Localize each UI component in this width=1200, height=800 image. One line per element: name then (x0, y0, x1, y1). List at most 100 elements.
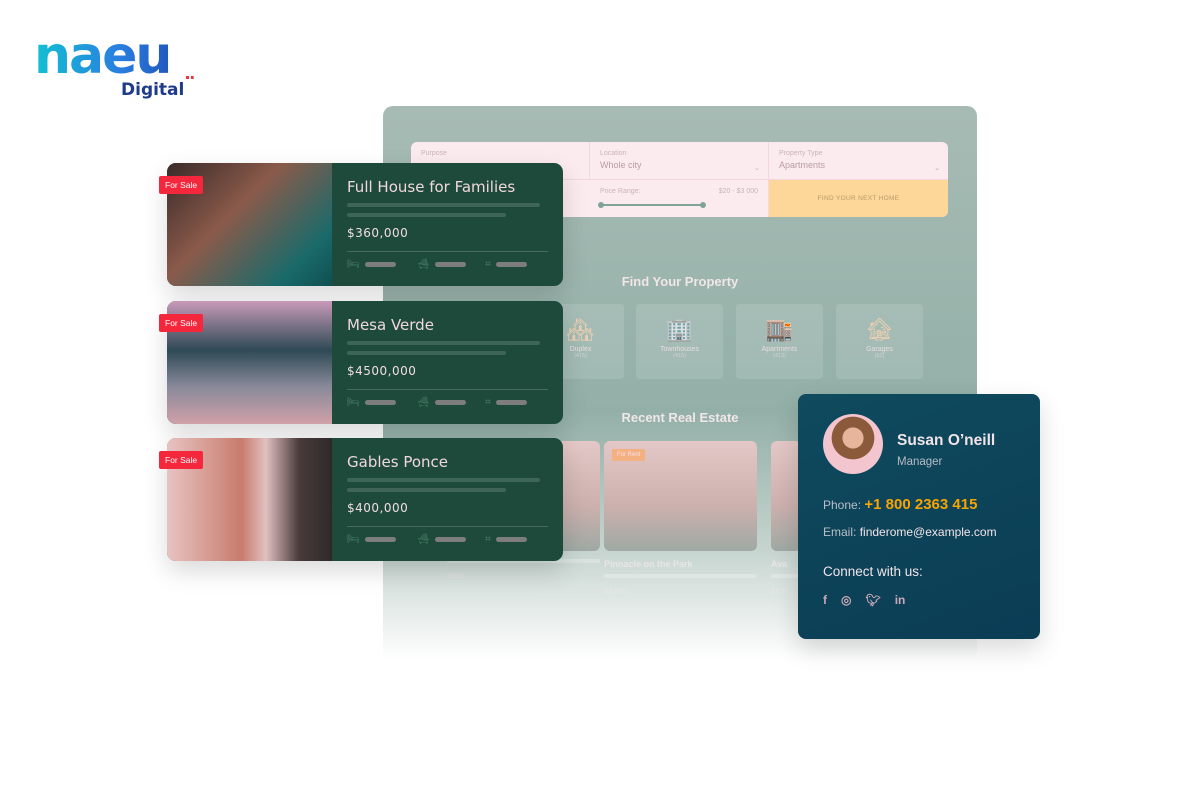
feature-bath: 🛁︎ (417, 397, 466, 408)
placeholder-pill (434, 537, 466, 542)
listing-card[interactable]: For Sale Gables Ponce $400,000 🛏︎ 🛁︎ ⌗ (159, 438, 563, 561)
property-price: $1,200 (604, 586, 627, 595)
property-title: Pinnacle on the Park (604, 559, 693, 569)
email-address[interactable]: finderome@example.com (860, 525, 997, 539)
contact-name: Susan O’neill (897, 432, 996, 449)
listing-name: Full House for Families (347, 178, 516, 196)
listing-name: Gables Ponce (347, 453, 448, 471)
feature-area: ⌗ (485, 259, 527, 270)
divider (347, 389, 548, 390)
divider (347, 526, 548, 527)
phone-number[interactable]: +1 800 2363 415 (864, 496, 977, 513)
for-rent-badge: For Rent (612, 449, 646, 461)
bed-icon: 🛏︎ (347, 534, 360, 545)
property-price: $1,5 (771, 586, 786, 595)
chevron-down-icon: ⌄ (934, 165, 940, 172)
category-name: Townhouses (660, 346, 699, 353)
area-icon: ⌗ (485, 259, 491, 270)
placeholder-line (347, 488, 506, 492)
area-icon: ⌗ (485, 534, 491, 545)
contact-role: Manager (897, 456, 943, 468)
category-townhouses[interactable]: 🏢 Townhouses (415) (636, 304, 723, 379)
location-value: Whole city (600, 160, 642, 170)
feature-bed: 🛏︎ (347, 534, 396, 545)
for-sale-badge: For Sale (159, 451, 204, 469)
location-select[interactable]: Location Whole city ⌄ (590, 142, 769, 180)
feature-bed: 🛏︎ (347, 259, 396, 270)
placeholder-pill (434, 400, 466, 405)
listing-price: $360,000 (347, 226, 409, 240)
email-label: Email: (823, 525, 857, 539)
placeholder-pill (495, 262, 527, 267)
placeholder-line (347, 351, 506, 355)
find-home-button[interactable]: FIND YOUR NEXT HOME (769, 180, 948, 217)
property-type-select[interactable]: Property Type Apartments ⌄ (769, 142, 948, 180)
bed-icon: 🛏︎ (347, 259, 360, 270)
feature-bed: 🛏︎ (347, 397, 396, 408)
listing-card[interactable]: For Sale Mesa Verde $4500,000 🛏︎ 🛁︎ ⌗ (159, 301, 563, 424)
listing-card[interactable]: For Sale Full House for Families $360,000 🛏… (159, 163, 563, 286)
placeholder-pill (434, 262, 466, 267)
phone-label: Phone: (823, 498, 862, 512)
feature-area: ⌗ (485, 534, 527, 545)
placeholder-line (347, 478, 540, 482)
connect-label: Connect with us: (823, 564, 923, 579)
naeu-digital-logo: naeu Digital (34, 30, 204, 104)
bath-icon: 🛁︎ (417, 259, 430, 270)
placeholder-pill (364, 400, 396, 405)
placeholder-pill (364, 537, 396, 542)
contact-card: Susan O’neill Manager Phone: +1 800 2363… (798, 394, 1040, 639)
price-value: $20 - $3 000 (718, 188, 758, 195)
feature-bath: 🛁︎ (417, 534, 466, 545)
placeholder-line (347, 341, 540, 345)
location-label: Location (600, 150, 627, 157)
bath-icon: 🛁︎ (417, 534, 430, 545)
area-icon: ⌗ (485, 397, 491, 408)
category-garages[interactable]: 🏚 Garages (52) (836, 304, 923, 379)
type-label: Property Type (779, 150, 823, 157)
bath-icon: 🛁︎ (417, 397, 430, 408)
placeholder-pill (364, 262, 396, 267)
property-photo (771, 441, 801, 551)
type-value: Apartments (779, 160, 826, 170)
placeholder-pill (495, 537, 527, 542)
linkedin-icon[interactable]: in (895, 593, 906, 607)
logo-sub: Digital (121, 80, 185, 100)
price-slider[interactable] (598, 202, 706, 208)
building-icon: 🏚 (865, 317, 894, 342)
building-icon: 🏢 (665, 317, 694, 342)
property-title: Ava (771, 559, 788, 569)
category-name: Apartments (761, 346, 798, 353)
avatar (823, 414, 883, 474)
social-links: f ◎ 🐦︎ in (823, 593, 905, 607)
building-icon: 🏬 (765, 317, 794, 342)
category-count: (413) (773, 353, 786, 359)
property-price: $900 (447, 571, 464, 580)
for-sale-badge: For Sale (159, 176, 204, 194)
listing-price: $400,000 (347, 501, 409, 515)
recent-property-card[interactable]: Ava $1,5 (771, 441, 801, 621)
category-count: (52) (874, 353, 885, 359)
facebook-icon[interactable]: f (823, 593, 827, 607)
property-photo: For Rent (604, 441, 757, 551)
category-apartments[interactable]: 🏬 Apartments (413) (736, 304, 823, 379)
instagram-icon[interactable]: ◎ (841, 593, 851, 607)
category-count: (415) (673, 353, 686, 359)
placeholder-line (771, 574, 801, 578)
purpose-label: Purpose (421, 150, 448, 157)
placeholder-line (347, 203, 540, 207)
twitter-icon[interactable]: 🐦︎ (865, 593, 880, 607)
feature-bath: 🛁︎ (417, 259, 466, 270)
placeholder-line (604, 574, 757, 578)
placeholder-pill (495, 400, 527, 405)
listing-name: Mesa Verde (347, 316, 434, 334)
category-name: Garages (866, 346, 893, 353)
recent-property-card[interactable]: For Rent Pinnacle on the Park $1,200 (604, 441, 757, 621)
bed-icon: 🛏︎ (347, 397, 360, 408)
listing-price: $4500,000 (347, 364, 417, 378)
chevron-down-icon: ⌄ (754, 165, 760, 172)
logo-word: naeu (34, 30, 204, 82)
divider (347, 251, 548, 252)
price-range: Price Range: $20 - $3 000 (590, 180, 769, 217)
feature-area: ⌗ (485, 397, 527, 408)
